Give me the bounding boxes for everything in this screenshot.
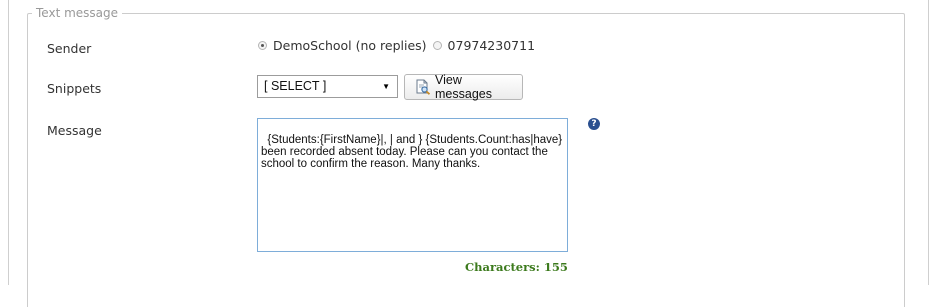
sender-radio-demoschool[interactable] <box>258 40 267 50</box>
view-messages-label: View messages <box>435 73 492 101</box>
sender-label: Sender <box>47 41 92 56</box>
snippets-select[interactable]: [ SELECT ] ▼ <box>257 75 398 98</box>
sender-option-label[interactable]: DemoSchool (no replies) <box>273 38 427 53</box>
message-text: {Students:{FirstName}|, | and } {Student… <box>261 134 563 170</box>
dropdown-arrow-icon: ▼ <box>382 82 390 91</box>
sender-radio-phone[interactable] <box>432 40 442 50</box>
document-magnifier-icon <box>415 79 431 95</box>
sender-option-label[interactable]: 07974230711 <box>448 38 535 53</box>
snippets-select-value: [ SELECT ] <box>264 79 327 93</box>
page-right-border <box>928 0 929 285</box>
view-messages-button[interactable]: View messages <box>404 73 523 101</box>
page-left-border <box>8 0 9 285</box>
fieldset-legend: Text message <box>36 6 119 20</box>
message-textarea[interactable]: {Students:{FirstName}|, | and } {Student… <box>257 118 568 252</box>
message-label: Message <box>47 123 102 138</box>
snippets-label: Snippets <box>47 81 102 96</box>
sender-radio-group: DemoSchool (no replies) 07974230711 <box>258 37 541 53</box>
question-icon[interactable]: ? <box>588 118 600 130</box>
character-counter: Characters: 155 <box>465 260 568 274</box>
resize-handle-icon[interactable] <box>557 241 566 250</box>
